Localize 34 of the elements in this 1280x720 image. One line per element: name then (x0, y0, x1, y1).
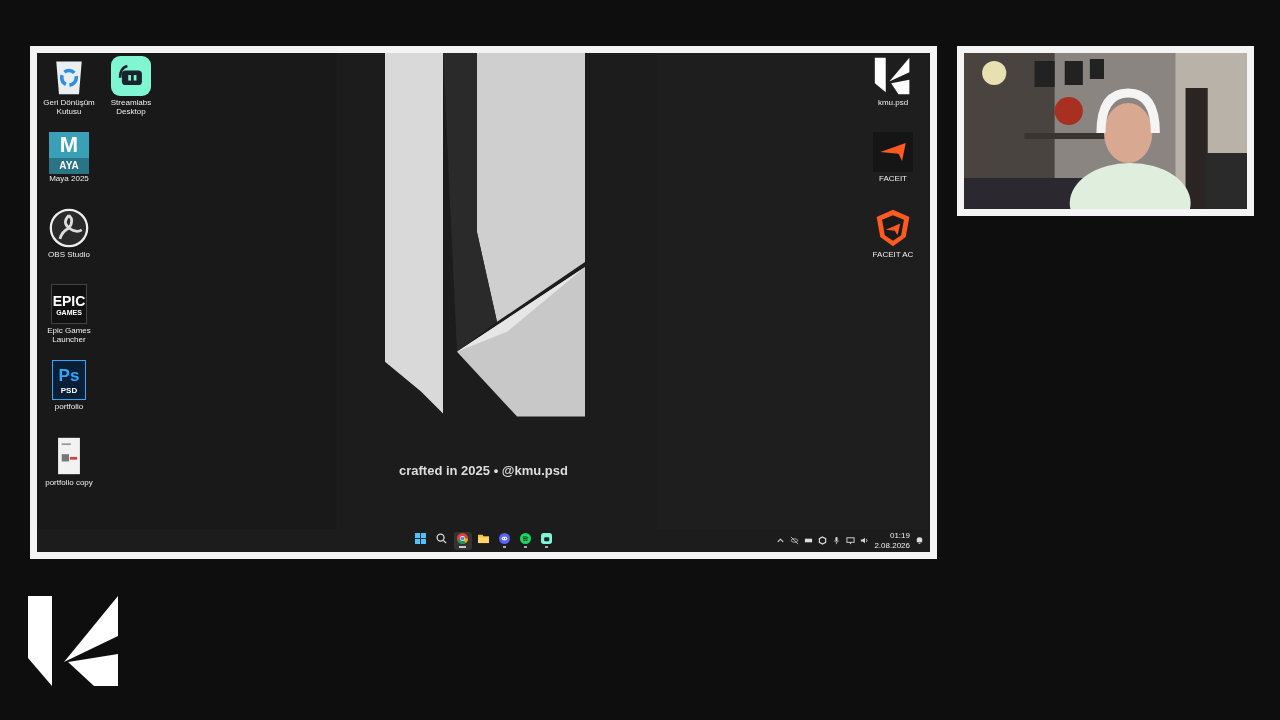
clock-time: 01:19 (889, 530, 910, 541)
battery-icon[interactable] (804, 536, 814, 545)
app-icon[interactable] (111, 56, 151, 96)
icon-label: Geri Dönüşüm Kutusu (42, 98, 96, 116)
hidden-icon[interactable] (790, 536, 800, 545)
search-icon (436, 533, 447, 545)
chevron-icon[interactable] (776, 536, 786, 545)
clock-date: 2.08.2026 (874, 540, 910, 551)
app-icon[interactable] (873, 132, 913, 172)
volume-icon[interactable] (860, 536, 870, 545)
icon-label: Epic Games Launcher (46, 326, 92, 344)
browser-icon (457, 533, 468, 545)
notification-icon[interactable] (915, 536, 924, 545)
folder-icon (478, 533, 489, 545)
icon-label: FACEIT (878, 174, 908, 183)
icon-label: portfolio (53, 402, 85, 411)
icon-label: Streamlabs Desktop (109, 98, 153, 116)
taskbar-button[interactable] (453, 531, 472, 550)
chat-app-icon (499, 533, 510, 545)
app-icon (541, 533, 552, 545)
app-icon[interactable]: M AYA (49, 132, 89, 172)
windows-icon (415, 533, 426, 545)
app-icon[interactable] (49, 208, 89, 248)
mic-icon[interactable] (832, 536, 842, 545)
wallpaper-caption: crafted in 2025 • @kmu.psd (399, 463, 568, 478)
monitor-icon[interactable] (846, 536, 856, 545)
icon-label: portfolio copy (44, 478, 94, 487)
app-icon[interactable]: Ps PSD (52, 360, 86, 400)
logo-icon (28, 596, 118, 686)
icon-label: OBS Studio (47, 250, 91, 259)
icon-label: FACEIT AC (871, 250, 915, 259)
icon-label: Maya 2025 (48, 174, 90, 183)
music-app-icon (520, 533, 531, 545)
icon-label: kmu.psd (876, 98, 910, 107)
